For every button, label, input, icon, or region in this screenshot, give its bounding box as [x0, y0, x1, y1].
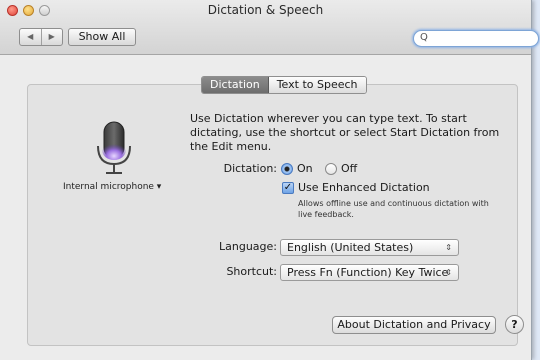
- chevron-updown-icon: ⇕: [445, 268, 452, 277]
- window-title: Dictation & Speech: [207, 3, 324, 17]
- tab-text-to-speech[interactable]: Text to Speech: [268, 77, 366, 93]
- search-field[interactable]: Q: [413, 30, 539, 47]
- enhanced-dictation-label: Use Enhanced Dictation: [298, 181, 430, 194]
- shortcut-popup[interactable]: Press Fn (Function) Key Twice ⇕: [280, 264, 459, 281]
- shortcut-value: Press Fn (Function) Key Twice: [287, 266, 449, 279]
- forward-icon[interactable]: ▶: [42, 29, 63, 45]
- preferences-window: Dictation & Speech ◀ ▶ Show All Q Dictat…: [0, 0, 539, 360]
- language-popup[interactable]: English (United States) ⇕: [280, 239, 459, 256]
- dictation-description: Use Dictation wherever you can type text…: [190, 112, 500, 153]
- show-all-button[interactable]: Show All: [68, 28, 136, 46]
- search-icon: Q: [420, 32, 428, 43]
- shortcut-label: Shortcut:: [226, 265, 277, 278]
- microphone-source-menu[interactable]: Internal microphone ▾: [63, 182, 161, 192]
- title-bar: Dictation & Speech ◀ ▶ Show All Q: [0, 0, 539, 55]
- microphone-icon: [97, 121, 131, 174]
- dictation-label: Dictation:: [223, 162, 277, 175]
- dictation-on-label: On: [297, 162, 313, 175]
- language-value: English (United States): [287, 241, 414, 254]
- enhanced-dictation-note: Allows offline use and continuous dictat…: [298, 199, 489, 219]
- tab-bar: Dictation Text to Speech: [201, 76, 367, 94]
- help-icon[interactable]: ?: [505, 315, 524, 334]
- dictation-on-radio[interactable]: [281, 163, 293, 175]
- language-label: Language:: [219, 240, 277, 253]
- enhanced-dictation-checkbox[interactable]: ✓: [282, 182, 294, 194]
- about-dictation-privacy-button[interactable]: About Dictation and Privacy: [332, 316, 496, 334]
- back-forward-control: ◀ ▶: [19, 28, 63, 46]
- dictation-off-radio[interactable]: [325, 163, 337, 175]
- chevron-updown-icon: ⇕: [445, 243, 452, 252]
- back-icon[interactable]: ◀: [20, 29, 42, 45]
- tab-dictation[interactable]: Dictation: [202, 77, 269, 93]
- dictation-off-label: Off: [341, 162, 358, 175]
